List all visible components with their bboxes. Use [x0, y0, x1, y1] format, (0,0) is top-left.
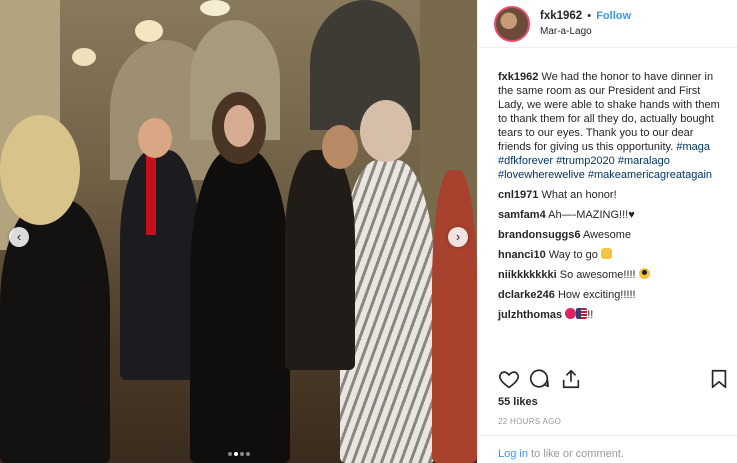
comment-username[interactable]: dclarke246	[498, 289, 555, 301]
guest-head-right	[360, 100, 412, 162]
comment-text: !!	[587, 309, 594, 321]
login-link[interactable]: Log in	[498, 448, 528, 460]
sunglasses-face-emoji	[638, 268, 650, 279]
share-icon[interactable]	[560, 368, 582, 390]
red-tie	[146, 155, 156, 235]
comment-username[interactable]: niikkkkkkki	[498, 269, 557, 281]
comment-username[interactable]: brandonsuggs6	[498, 229, 581, 241]
comment-bubble-icon[interactable]	[528, 368, 550, 390]
red-heart-emoji	[565, 308, 577, 319]
comment-text: What an honor!	[541, 189, 617, 201]
comment-text: Way to go	[548, 249, 598, 261]
comment-item: dclarke246 How exciting!!!!!	[498, 288, 725, 302]
separator-dot: •	[587, 9, 592, 22]
chandelier	[72, 48, 96, 66]
carousel-dot	[239, 452, 244, 456]
login-prompt-text: to like or comment.	[527, 448, 624, 460]
chandelier	[200, 0, 230, 16]
comments-list: fxk1962 We had the honor to have dinner …	[478, 48, 737, 322]
clapping-hands-emoji	[600, 248, 612, 259]
comment-username[interactable]: samfam4	[498, 209, 546, 221]
comment-item: julzhthomas !!	[498, 308, 725, 322]
chevron-right-icon[interactable]: ›	[448, 227, 468, 247]
header-username[interactable]: fxk1962	[540, 10, 582, 22]
follow-button[interactable]: Follow	[596, 10, 631, 22]
login-prompt: Log in to like or comment.	[478, 435, 737, 463]
location-link[interactable]: Mar-a-Lago	[540, 24, 631, 39]
guest-head-background	[322, 125, 358, 169]
guest-figure-background	[285, 150, 355, 370]
carousel-dot-active	[233, 452, 238, 456]
bookmark-icon[interactable]	[708, 368, 730, 390]
header-info: fxk1962 • Follow Mar-a-Lago	[540, 9, 631, 39]
president-head	[138, 118, 172, 158]
chevron-left-icon[interactable]: ‹	[9, 227, 29, 247]
heart-outline-icon[interactable]	[498, 368, 520, 390]
comment-text: Awesome	[582, 229, 632, 241]
chandelier	[135, 20, 163, 42]
caption-username[interactable]: fxk1962	[498, 71, 538, 83]
us-flag-emoji	[576, 308, 588, 319]
comment-item: samfam4 Ah—-MAZING!!!♥	[498, 208, 725, 222]
post-header: fxk1962 • Follow Mar-a-Lago	[478, 0, 737, 48]
comment-item: niikkkkkkki So awesome!!!!	[498, 268, 725, 282]
post-timestamp: 22 HOURS AGO	[498, 417, 562, 426]
carousel-indicator	[0, 447, 477, 459]
comment-text: How exciting!!!!!	[557, 289, 636, 301]
guest-figure-far-right	[432, 170, 477, 463]
comment-item: cnl1971 What an honor!	[498, 188, 725, 202]
comment-username[interactable]: cnl1971	[498, 189, 538, 201]
post-photo[interactable]: ‹ ›	[0, 0, 477, 463]
avatar[interactable]	[494, 5, 530, 42]
action-bar	[498, 368, 728, 392]
carousel-dot	[245, 452, 250, 456]
likes-count[interactable]: 55 likes	[498, 396, 538, 408]
comment-item: hnanci10 Way to go	[498, 248, 725, 262]
caption: fxk1962 We had the honor to have dinner …	[498, 70, 725, 182]
post-side-panel: fxk1962 • Follow Mar-a-Lago fxk1962 We h…	[477, 0, 737, 463]
guest-head-left	[0, 115, 80, 225]
president-figure	[120, 150, 200, 380]
comment-username[interactable]: hnanci10	[498, 249, 546, 261]
comment-text: Ah—-MAZING!!!♥	[548, 209, 635, 221]
first-lady-face	[224, 105, 254, 147]
first-lady-figure	[190, 150, 290, 463]
comment-username[interactable]: julzhthomas	[498, 309, 562, 321]
comment-item: brandonsuggs6 Awesome	[498, 228, 725, 242]
comment-text: So awesome!!!!	[559, 269, 636, 281]
carousel-dot	[227, 452, 232, 456]
